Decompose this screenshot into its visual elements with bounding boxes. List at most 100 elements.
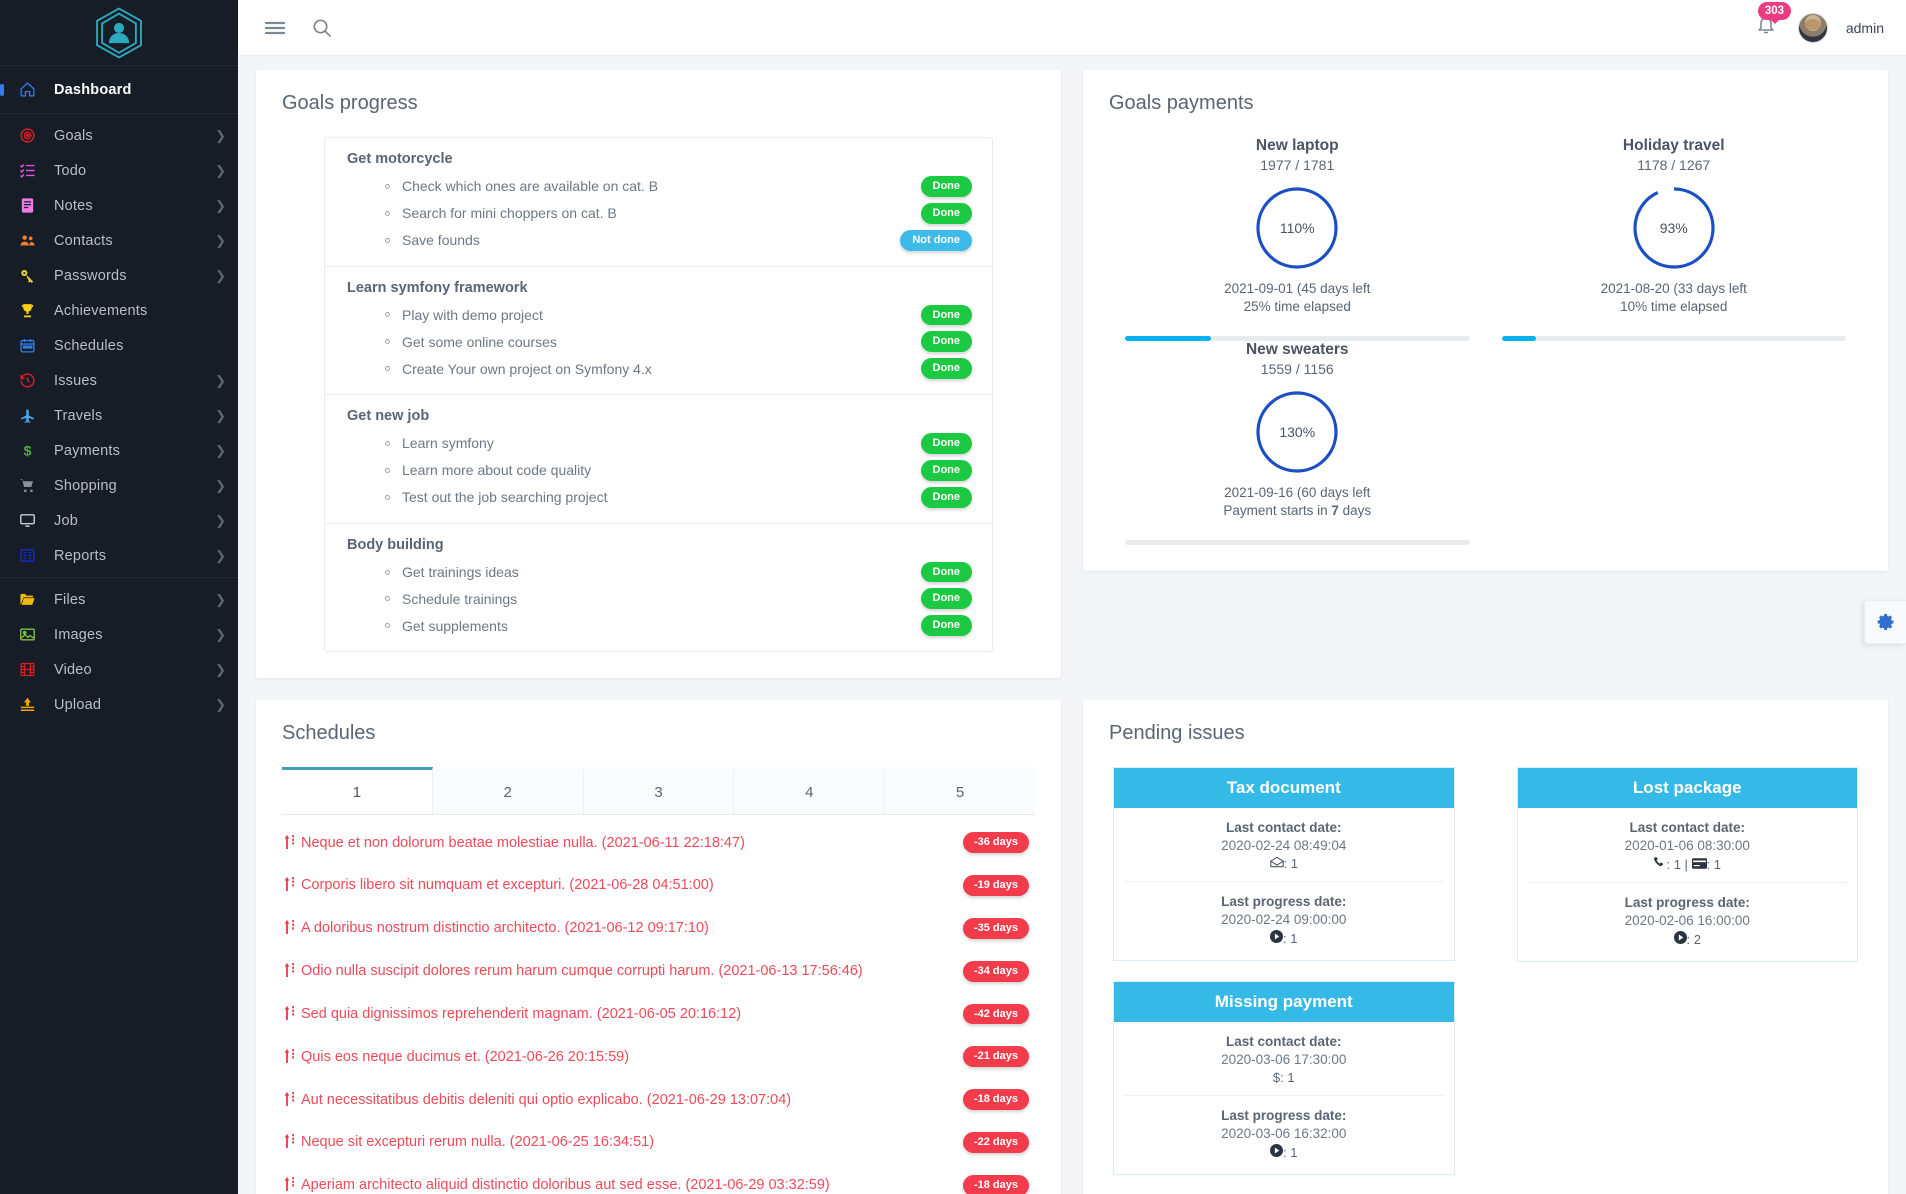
sidebar-item-label: Payments [54,442,121,459]
goal-task-label: Get supplements [402,617,508,634]
last-progress-meta: : 2 [1528,931,1848,947]
sidebar-item-dashboard[interactable]: Dashboard [0,72,238,107]
settings-fab-button[interactable] [1864,600,1906,644]
sidebar-groups: Goals ❯ Todo ❯ Notes ❯ Contacts ❯ Passwords ❯ Achi… [0,114,238,726]
goal-payment-progressbar [1125,540,1470,545]
schedule-days-badge: -36 days [962,832,1029,853]
pending-issue-card[interactable]: Missing payment Last contact date: 2020-03… [1113,981,1455,1176]
calendar-icon [0,337,54,354]
goal-status-badge[interactable]: Done [920,588,972,610]
sidebar-group-0: Goals ❯ Todo ❯ Notes ❯ Contacts ❯ Passwords ❯ Achi… [0,114,238,577]
schedules-title: Schedules [282,722,376,745]
sidebar-item-label: Upload [54,696,102,713]
last-contact-date: 2020-02-24 08:49:04 [1221,838,1347,854]
goal-payment-amounts: 1559 / 1156 [1260,361,1334,377]
chevron-right-icon: ❯ [215,443,226,458]
schedule-row[interactable]: Odio nulla suscipit dolores rerum harum … [282,950,1035,993]
sidebar-item-label: Issues [54,372,98,389]
schedule-row[interactable]: Aut necessitatibus debitis deleniti qui … [282,1078,1035,1121]
pending-issues-title: Pending issues [1109,722,1245,745]
username-label[interactable]: admin [1846,20,1884,36]
goal-task-row: Get trainings ideas Done [347,559,972,586]
schedule-row[interactable]: Sed quia dignissimos reprehenderit magna… [282,993,1035,1036]
sidebar-item-job[interactable]: Job ❯ [0,503,238,538]
goal-status-badge[interactable]: Done [920,358,972,380]
goal-status-badge[interactable]: Done [920,433,972,454]
schedule-text: Neque sit excepturi rerum nulla. (2021-0… [301,1134,655,1151]
goal-payment-elapsed: 10% time elapsed [1620,299,1728,314]
goal-payment-ring: 93% [1631,185,1717,271]
sidebar-item-images[interactable]: Images ❯ [0,617,238,652]
schedule-text: Corporis libero sit numquam et excepturi… [301,877,714,894]
sidebar-item-shopping[interactable]: Shopping ❯ [0,468,238,503]
schedule-row[interactable]: Neque et non dolorum beatae molestiae nu… [282,821,1035,864]
sidebar-item-achievements[interactable]: Achievements [0,293,238,328]
goal-task-label: Save founds [402,232,480,249]
last-progress-date: 2020-03-06 16:32:00 [1221,1126,1347,1142]
hamburger-icon[interactable] [264,20,286,36]
last-contact-label: Last contact date: [1225,1034,1342,1050]
goal-payment-date: 2021-09-16 (60 days left [1224,485,1371,500]
chevron-right-icon: ❯ [215,233,226,248]
goal-status-badge[interactable]: Done [920,176,972,197]
schedule-row[interactable]: Quis eos neque ducimus et. (2021-06-26 2… [282,1035,1035,1078]
sidebar-item-label: Todo [54,162,87,179]
up-down-arrows-icon [284,920,295,936]
sidebar-item-video[interactable]: Video ❯ [0,652,238,687]
schedules-tab-4[interactable]: 4 [734,767,886,815]
sidebar-item-reports[interactable]: Reports ❯ [0,538,238,573]
schedule-row[interactable]: A doloribus nostrum distinctio architect… [282,907,1035,950]
sidebar-item-notes[interactable]: Notes ❯ [0,188,238,223]
goal-status-badge[interactable]: Done [920,561,972,583]
image-icon [0,626,54,643]
notifications-bell[interactable]: 303 [1752,1,1792,45]
avatar[interactable] [1797,12,1828,43]
last-progress-date: 2020-02-06 16:00:00 [1624,913,1750,929]
goals-progress-title: Goals progress [282,92,418,114]
search-icon[interactable] [312,18,332,38]
sidebar-item-label: Reports [54,547,107,564]
brand-logo[interactable] [0,0,238,66]
chevron-right-icon: ❯ [215,268,226,283]
pending-issue-card[interactable]: Lost package Last contact date: 2020-01-06… [1516,767,1858,963]
sidebar-item-travels[interactable]: Travels ❯ [0,398,238,433]
sidebar-item-goals[interactable]: Goals ❯ [0,118,238,153]
goal-status-badge[interactable]: Done [920,615,972,637]
upload-icon [0,696,54,713]
goal-task-row: Learn more about code quality Done [347,457,972,484]
sidebar-item-issues[interactable]: Issues ❯ [0,363,238,398]
chevron-right-icon: ❯ [215,697,226,712]
sidebar-item-schedules[interactable]: Schedules [0,328,238,363]
sidebar-item-payments[interactable]: $ Payments ❯ [0,433,238,468]
goal-status-badge[interactable]: Not done [900,229,972,251]
active-indicator [0,83,4,96]
goal-status-badge[interactable]: Done [920,304,972,326]
up-down-arrows-icon [284,1091,295,1108]
sidebar-item-label: Passwords [54,267,127,284]
sidebar-item-todo[interactable]: Todo ❯ [0,153,238,188]
schedule-row[interactable]: Neque sit excepturi rerum nulla. (2021-0… [282,1121,1035,1164]
sidebar-item-label: Goals [54,127,93,144]
goal-status-badge[interactable]: Done [920,331,972,353]
goal-status-badge[interactable]: Done [920,486,972,508]
sidebar-item-label: Shopping [54,477,117,494]
bullet-icon [385,210,390,216]
up-down-arrows-icon [284,963,295,979]
schedules-tab-3[interactable]: 3 [583,767,735,815]
sidebar-item-passwords[interactable]: Passwords ❯ [0,258,238,293]
goal-status-badge[interactable]: Done [920,459,972,481]
schedules-tab-1[interactable]: 1 [282,767,433,815]
schedule-row[interactable]: Aperiam architecto aliquid distinctio do… [282,1164,1035,1194]
schedules-tab-2[interactable]: 2 [432,767,584,815]
sidebar-item-contacts[interactable]: Contacts ❯ [0,223,238,258]
sidebar-item-files[interactable]: Files ❯ [0,582,238,617]
up-down-arrows-icon [284,834,295,851]
sidebar-group-1: Files ❯ Images ❯ Video ❯ Upload ❯ [0,577,238,726]
last-progress-label: Last progress date: [1624,895,1750,911]
pending-issue-card[interactable]: Tax document Last contact date: 2020-02-24… [1113,767,1455,962]
schedules-tab-5[interactable]: 5 [885,767,1035,815]
goal-status-badge[interactable]: Done [920,202,972,224]
sidebar-item-upload[interactable]: Upload ❯ [0,687,238,722]
goal-payment-date: 2021-09-01 (45 days left [1224,281,1371,296]
schedule-row[interactable]: Corporis libero sit numquam et excepturi… [282,864,1035,907]
